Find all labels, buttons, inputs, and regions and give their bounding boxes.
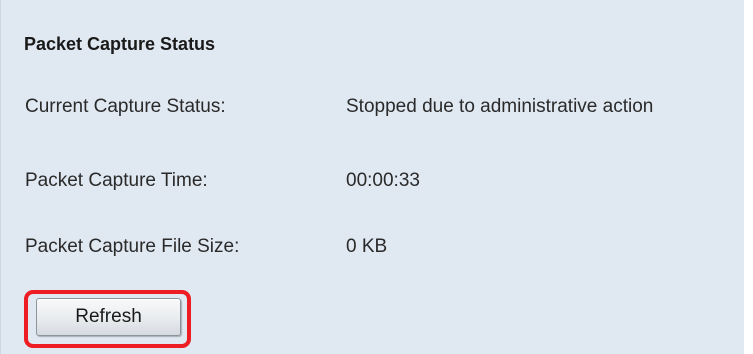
refresh-button[interactable]: Refresh <box>36 298 181 336</box>
panel-title: Packet Capture Status <box>24 34 216 54</box>
packet-capture-status-panel: Packet Capture Status Current Capture St… <box>0 0 744 354</box>
packet-capture-file-size-value: 0 KB <box>346 236 388 257</box>
current-capture-status-value: Stopped due to administrative action <box>346 96 654 117</box>
packet-capture-time-value: 00:00:33 <box>346 170 420 191</box>
packet-capture-file-size-label: Packet Capture File Size: <box>25 236 240 257</box>
packet-capture-time-label: Packet Capture Time: <box>25 170 208 191</box>
current-capture-status-label: Current Capture Status: <box>25 96 226 117</box>
